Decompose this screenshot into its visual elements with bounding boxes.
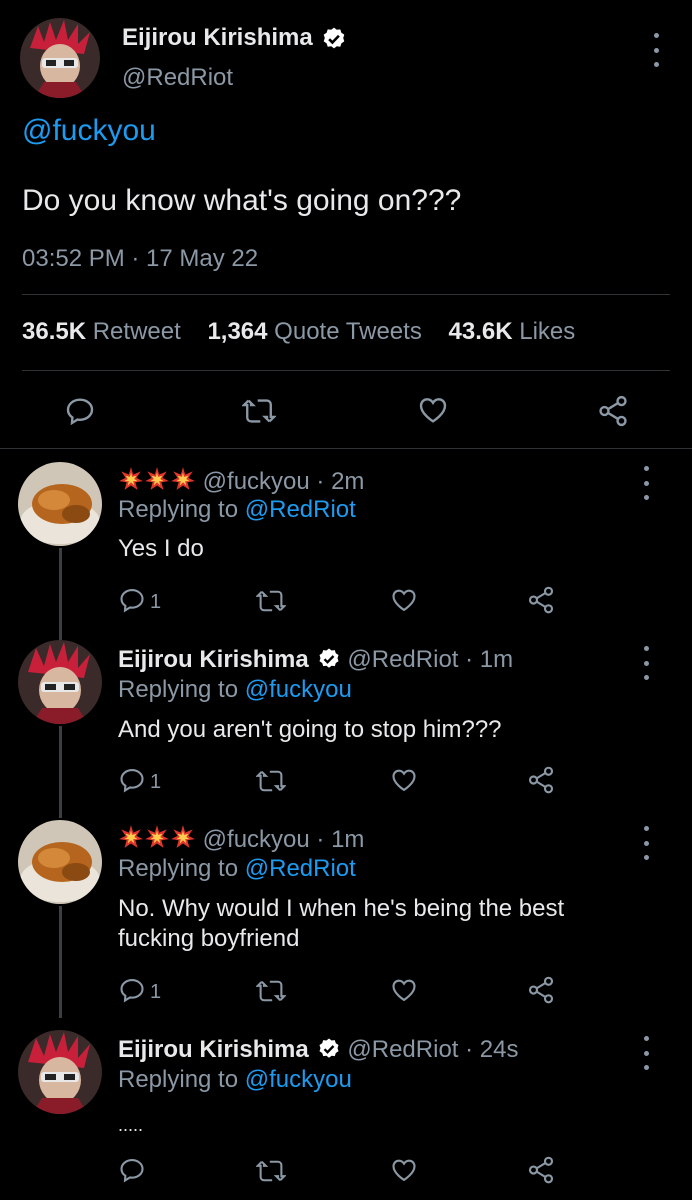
replying-to-label: Replying to bbox=[118, 496, 239, 523]
reply-icon[interactable] bbox=[64, 395, 96, 427]
tweet-thread-screen: Eijirou Kirishima @RedRiot @fuckyou Do y… bbox=[0, 0, 692, 1200]
thread-line bbox=[59, 548, 62, 640]
divider bbox=[22, 294, 670, 295]
reply-icon[interactable] bbox=[118, 586, 146, 614]
retweet-icon[interactable] bbox=[242, 395, 276, 427]
share-icon[interactable] bbox=[596, 394, 630, 428]
verified-badge-icon bbox=[323, 27, 345, 49]
more-options-icon[interactable] bbox=[634, 466, 658, 500]
reply-handle-time[interactable]: @fuckyou · 2m bbox=[203, 468, 365, 495]
reply-text: ..... bbox=[118, 1115, 144, 1135]
verified-badge-icon bbox=[319, 648, 339, 668]
reply-header: @fuckyou · 1m bbox=[118, 824, 364, 854]
quotes-count[interactable]: 1,364 bbox=[207, 318, 267, 345]
reply-icon[interactable] bbox=[118, 766, 146, 794]
retweet-icon[interactable] bbox=[256, 767, 286, 795]
reply-text: Yes I do bbox=[118, 535, 204, 562]
more-options-icon[interactable] bbox=[644, 33, 668, 67]
reply-author-name[interactable]: Eijirou Kirishima bbox=[118, 1036, 309, 1063]
replying-to: Replying to @RedRiot bbox=[118, 496, 356, 524]
author-handle[interactable]: @RedRiot bbox=[122, 64, 233, 92]
replying-to-mention[interactable]: @RedRiot bbox=[245, 496, 356, 523]
replying-to: Replying to @fuckyou bbox=[118, 676, 352, 704]
reply-avatar[interactable] bbox=[18, 820, 102, 904]
reply-text: No. Why would I when he's being the best… bbox=[118, 895, 565, 952]
retweet-icon[interactable] bbox=[256, 977, 286, 1005]
replying-to: Replying to @fuckyou bbox=[118, 1066, 352, 1094]
reply-avatar[interactable] bbox=[18, 1030, 102, 1114]
like-icon[interactable] bbox=[390, 1156, 418, 1184]
tweet-timestamp[interactable]: 03:52 PM · 17 May 22 bbox=[22, 245, 258, 273]
reply-text: And you aren't going to stop him??? bbox=[118, 716, 502, 743]
replying-to-label: Replying to bbox=[118, 855, 239, 882]
reply-avatar[interactable] bbox=[18, 640, 102, 724]
more-options-icon[interactable] bbox=[634, 826, 658, 860]
like-icon[interactable] bbox=[416, 394, 450, 426]
verified-badge-icon bbox=[319, 1038, 339, 1058]
reply-count: 1 bbox=[150, 771, 162, 793]
replying-to-mention[interactable]: @fuckyou bbox=[245, 676, 352, 703]
likes-label[interactable]: Likes bbox=[519, 318, 575, 345]
likes-count[interactable]: 43.6K bbox=[449, 318, 513, 345]
tweet-stats: 36.5K Retweet 1,364 Quote Tweets 43.6K L… bbox=[22, 318, 595, 346]
author-name[interactable]: Eijirou Kirishima bbox=[122, 24, 347, 52]
reply-handle-time[interactable]: @RedRiot · 1m bbox=[347, 646, 513, 673]
author-name-text: Eijirou Kirishima bbox=[122, 24, 313, 51]
reply-header: Eijirou Kirishima @RedRiot · 24s bbox=[118, 1036, 518, 1064]
share-icon[interactable] bbox=[526, 975, 556, 1005]
retweet-icon[interactable] bbox=[256, 1157, 286, 1185]
replying-to-label: Replying to bbox=[118, 676, 239, 703]
retweets-count[interactable]: 36.5K bbox=[22, 318, 86, 345]
retweet-icon[interactable] bbox=[256, 587, 286, 615]
collision-emoji-icon bbox=[118, 825, 203, 853]
like-icon[interactable] bbox=[390, 766, 418, 794]
author-avatar[interactable] bbox=[20, 18, 100, 98]
divider bbox=[0, 448, 692, 449]
reply-icon[interactable] bbox=[118, 1156, 146, 1184]
share-icon[interactable] bbox=[526, 1155, 556, 1185]
thread-line bbox=[59, 726, 62, 818]
tweet-mention[interactable]: @fuckyou bbox=[22, 114, 156, 148]
reply-handle-time[interactable]: @fuckyou · 1m bbox=[203, 826, 365, 853]
quotes-label[interactable]: Quote Tweets bbox=[274, 318, 422, 345]
thread-line bbox=[59, 906, 62, 1018]
collision-emoji-icon bbox=[118, 467, 203, 495]
replying-to-mention[interactable]: @fuckyou bbox=[245, 1066, 352, 1093]
like-icon[interactable] bbox=[390, 976, 418, 1004]
reply-avatar[interactable] bbox=[18, 462, 102, 546]
reply-count: 1 bbox=[150, 981, 162, 1003]
divider bbox=[22, 370, 670, 371]
retweets-label[interactable]: Retweet bbox=[93, 318, 181, 345]
reply-header: Eijirou Kirishima @RedRiot · 1m bbox=[118, 646, 513, 674]
more-options-icon[interactable] bbox=[634, 646, 658, 680]
replying-to-mention[interactable]: @RedRiot bbox=[245, 855, 356, 882]
more-options-icon[interactable] bbox=[634, 1036, 658, 1070]
like-icon[interactable] bbox=[390, 586, 418, 614]
share-icon[interactable] bbox=[526, 585, 556, 615]
reply-count: 1 bbox=[150, 591, 162, 613]
replying-to-label: Replying to bbox=[118, 1066, 239, 1093]
replying-to: Replying to @RedRiot bbox=[118, 855, 356, 883]
tweet-text: Do you know what's going on??? bbox=[22, 184, 462, 217]
share-icon[interactable] bbox=[526, 765, 556, 795]
reply-icon[interactable] bbox=[118, 976, 146, 1004]
reply-header: @fuckyou · 2m bbox=[118, 466, 364, 496]
reply-handle-time[interactable]: @RedRiot · 24s bbox=[347, 1036, 518, 1063]
reply-author-name[interactable]: Eijirou Kirishima bbox=[118, 646, 309, 673]
